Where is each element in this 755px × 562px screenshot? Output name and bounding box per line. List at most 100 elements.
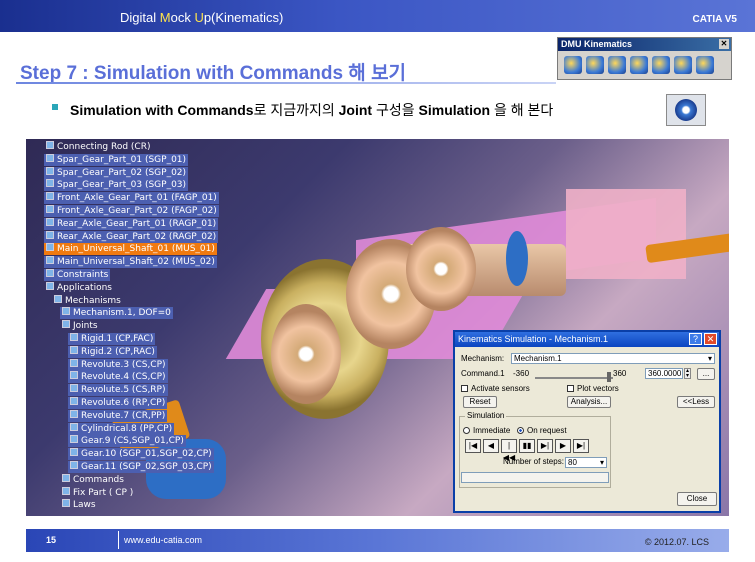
tree-node[interactable]: Connecting Rod (CR) <box>44 141 152 153</box>
tree-node[interactable]: Cylindrical.8 (PP,CP) <box>68 422 175 435</box>
command-slider[interactable] <box>535 377 613 379</box>
tree-node-label: Revolute.4 (CS,CP) <box>81 372 166 383</box>
tree-node[interactable]: Revolute.6 (RP,CP) <box>68 397 168 409</box>
mechanism-analysis-icon[interactable] <box>608 56 626 74</box>
less-button[interactable]: <<Less <box>677 396 715 408</box>
analysis-button[interactable]: Analysis... <box>567 396 611 408</box>
more-button[interactable]: ... <box>697 368 715 380</box>
tree-node-label: Gear.10 (SGP_01,SGP_02,CP) <box>81 449 212 460</box>
value-spinner[interactable]: ▴ ▾ <box>684 368 691 379</box>
play-backward-button[interactable]: |◀◀ <box>501 439 517 462</box>
tree-node[interactable]: Rear_Axle_Gear_Part_01 (RAGP_01) <box>44 217 219 230</box>
tree-node-icon <box>70 333 78 341</box>
mechanism-label: Mechanism: <box>461 354 505 363</box>
tree-node-label: Mechanism.1, DOF=0 <box>73 308 171 319</box>
tree-node[interactable]: Spar_Gear_Part_01 (SGP_01) <box>44 153 189 166</box>
tree-node-label: Commands <box>73 474 124 485</box>
tree-node-icon <box>62 320 70 329</box>
play-forward-button[interactable]: ▶| <box>537 439 553 453</box>
tree-node-label: Fix Part ( CP ) <box>73 487 134 498</box>
command-label: Command.1 <box>461 369 505 378</box>
toolbar-close-icon[interactable]: ✕ <box>719 39 729 49</box>
tree-node-label: Main_Universal_Shaft_02 (MUS_02) <box>57 257 215 268</box>
slide-heading: Step 7 : Simulation with Commands 해 보기 <box>20 63 407 84</box>
tree-node[interactable]: Joints <box>60 320 100 332</box>
pause-button[interactable]: ▮▮ <box>519 439 535 453</box>
close-button[interactable]: Close <box>677 492 717 506</box>
tree-node[interactable]: Front_Axle_Gear_Part_01 (FAGP_01) <box>44 192 219 205</box>
tree-node-icon <box>70 448 78 457</box>
tree-node[interactable]: Fix Part ( CP ) <box>60 486 135 499</box>
tree-node[interactable]: Front_Axle_Gear_Part_02 (FAGP_02) <box>44 205 219 217</box>
activate-sensors-checkbox[interactable]: Activate sensors <box>461 384 530 393</box>
tree-node-label: Applications <box>57 282 112 293</box>
tree-node[interactable]: Gear.10 (SGP_01,SGP_02,CP) <box>68 448 214 461</box>
slider-thumb[interactable] <box>607 372 611 382</box>
tree-node[interactable]: Rigid.1 (CP,FAC) <box>68 333 156 345</box>
tree-node-label: Connecting Rod (CR) <box>57 142 151 152</box>
tree-node-icon <box>70 422 78 431</box>
tree-node-icon <box>46 141 54 149</box>
step-back-button[interactable]: ◀ <box>483 439 499 453</box>
steps-select[interactable]: 80 ▾ <box>565 457 607 468</box>
immediate-radio[interactable]: Immediate <box>463 426 510 435</box>
tree-node[interactable]: Gear.9 (CS,SGP_01,CP) <box>68 435 186 448</box>
tree-node-icon <box>70 345 78 354</box>
step-forward-button[interactable]: ▶ <box>555 439 571 453</box>
tree-node[interactable]: Constraints <box>44 269 111 281</box>
bullet-text: Simulation with Commands로 지금까지의 Joint 구성… <box>70 102 554 118</box>
close-icon[interactable]: ✕ <box>704 333 717 345</box>
tree-node[interactable]: Main_Universal_Shaft_02 (MUS_02) <box>44 256 217 269</box>
plot-vectors-checkbox[interactable]: Plot vectors <box>567 384 619 393</box>
on-request-radio[interactable]: On request <box>517 426 567 435</box>
speed-acceleration-icon[interactable] <box>674 56 692 74</box>
jump-start-button[interactable]: |◀ <box>465 439 481 453</box>
mechanism-select[interactable]: Mechanism.1 ▾ <box>511 353 715 364</box>
tree-node-icon <box>46 192 54 201</box>
tree-node[interactable]: Main_Universal_Shaft_01 (MUS_01) <box>44 243 217 256</box>
tree-node[interactable]: Applications <box>44 281 114 294</box>
tree-node-icon <box>62 473 70 482</box>
tree-node[interactable]: Spar_Gear_Part_03 (SGP_03) <box>44 179 189 192</box>
help-button[interactable]: ? <box>689 333 702 345</box>
tree-node-icon <box>46 179 54 188</box>
website-link[interactable]: www.edu-catia.com <box>124 535 202 545</box>
tree-node[interactable]: Revolute.7 (CR,PP) <box>68 409 168 422</box>
tree-node-icon <box>46 269 54 277</box>
page-number: 15 <box>46 535 57 545</box>
tree-node-icon <box>46 243 54 252</box>
assembly-constraints-icon[interactable] <box>652 56 670 74</box>
fixed-part-icon[interactable] <box>630 56 648 74</box>
tree-node-label: Front_Axle_Gear_Part_01 (FAGP_01) <box>57 193 217 204</box>
reset-button[interactable]: Reset <box>463 396 497 408</box>
tree-node[interactable]: Rear_Axle_Gear_Part_02 (RAGP_02) <box>44 230 219 243</box>
tree-node[interactable]: Mechanisms <box>52 294 123 307</box>
tree-node[interactable]: Revolute.3 (CS,CP) <box>68 358 168 371</box>
tree-node-label: Rear_Axle_Gear_Part_02 (RAGP_02) <box>57 231 217 242</box>
tree-node[interactable]: Mechanism.1, DOF=0 <box>60 307 173 320</box>
revolute-joint-icon[interactable] <box>586 56 604 74</box>
tree-node-label: Front_Axle_Gear_Part_02 (FAGP_02) <box>57 206 217 216</box>
tree-node-icon <box>70 409 78 418</box>
tree-node[interactable]: Commands <box>60 473 126 486</box>
tree-node[interactable]: Spar_Gear_Part_02 (SGP_02) <box>44 166 189 179</box>
tree-node-label: Gear.11 (SGP_02,SGP_03,CP) <box>81 462 212 472</box>
tree-node-icon <box>46 205 54 213</box>
tree-node-label: Revolute.5 (CS,RP) <box>81 385 166 396</box>
command-value-field[interactable]: 360.0000 <box>645 368 683 379</box>
simulation-commands-icon[interactable] <box>696 56 714 74</box>
tree-node[interactable]: Rigid.2 (CP,RAC) <box>68 345 157 358</box>
tree-node-label: Laws <box>73 500 96 511</box>
simulation-icon[interactable] <box>564 56 582 74</box>
simulation-with-commands-icon[interactable] <box>666 94 706 126</box>
tree-node-icon <box>46 281 54 290</box>
dmu-kinematics-toolbar: DMU Kinematics ✕ <box>557 37 732 80</box>
tree-node-icon <box>46 166 54 175</box>
tree-node[interactable]: Gear.11 (SGP_02,SGP_03,CP) <box>68 461 214 473</box>
jump-end-button[interactable]: ▶| <box>573 439 589 453</box>
tree-node-label: Rear_Axle_Gear_Part_01 (RAGP_01) <box>57 218 217 229</box>
tree-node[interactable]: Revolute.5 (CS,RP) <box>68 384 168 397</box>
tree-node-label: Cylindrical.8 (PP,CP) <box>81 423 173 434</box>
tree-node[interactable]: Revolute.4 (CS,CP) <box>68 371 168 384</box>
tree-node[interactable]: Laws <box>60 499 98 511</box>
